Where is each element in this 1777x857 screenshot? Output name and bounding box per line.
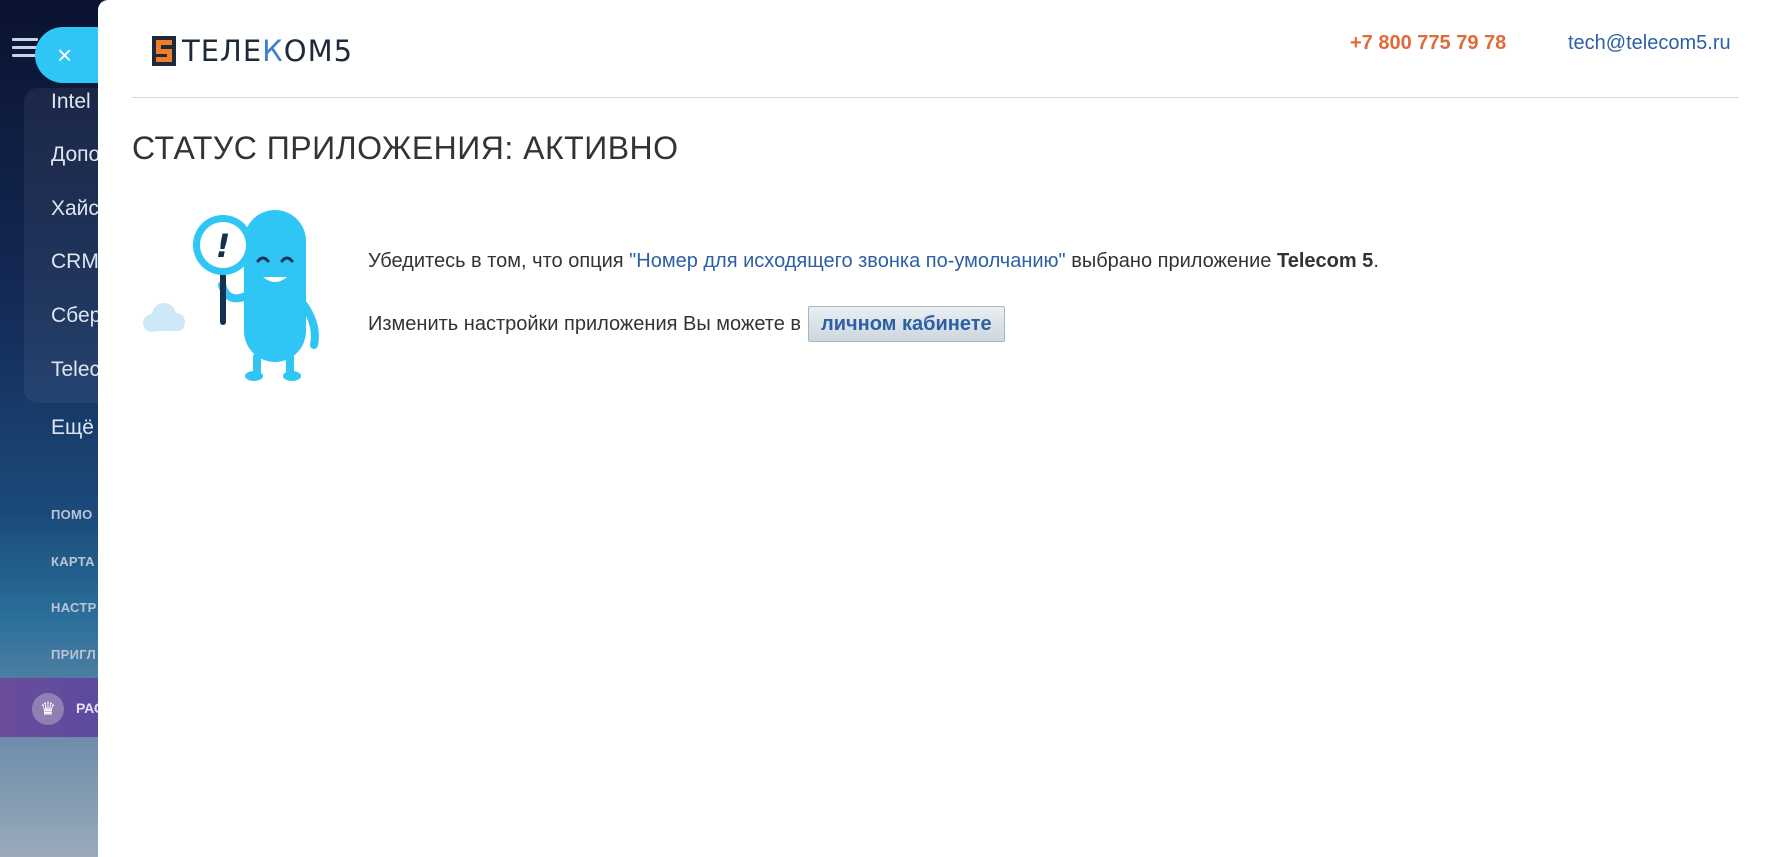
bg-menu-item[interactable]: Сбер: [51, 304, 101, 328]
bg-footer-link[interactable]: ПРИГЛ: [51, 647, 99, 662]
bg-menu-item[interactable]: Intel: [51, 90, 101, 114]
svg-text:!: !: [216, 227, 231, 265]
settings-text-row: Изменить настройки приложения Вы можете …: [368, 306, 1005, 342]
mascot-illustration: !: [143, 210, 319, 381]
close-icon: ×: [57, 40, 73, 70]
logo-wordmark: ТЕЛЕКОМ5: [182, 34, 354, 68]
settings-text: Изменить настройки приложения Вы можете …: [368, 312, 802, 335]
app-slider-panel: ТЕЛЕКОМ5 +7 800 775 79 78 tech@telecom5.…: [98, 0, 1777, 857]
option-name: "Номер для исходящего звонка по-умолчани…: [629, 250, 1066, 272]
bg-footer-link[interactable]: НАСТР: [51, 600, 99, 615]
telecom5-logo-icon: [152, 36, 176, 66]
instruction-text: Убедитесь в том, что опция "Номер для ис…: [368, 250, 1379, 272]
app-name: Telecom 5: [1276, 250, 1374, 272]
telecom5-logo: ТЕЛЕКОМ5: [152, 34, 353, 68]
page-title: СТАТУС ПРИЛОЖЕНИЯ: АКТИВНО: [132, 130, 679, 166]
bg-footer-link[interactable]: ПОМО: [51, 507, 99, 522]
app-header: ТЕЛЕКОМ5 +7 800 775 79 78 tech@telecom5.…: [132, 0, 1739, 98]
crown-icon: ♛: [32, 693, 64, 725]
personal-cabinet-button[interactable]: личном кабинете: [808, 306, 1005, 342]
bg-menu-item[interactable]: Хайс: [51, 197, 101, 221]
bg-menu-more[interactable]: Ещё: [51, 416, 101, 440]
bg-menu-item[interactable]: Допо: [51, 143, 101, 167]
bg-footer-link[interactable]: КАРТА: [51, 554, 99, 569]
bg-menu-item[interactable]: Telec: [51, 358, 101, 382]
support-email-link[interactable]: tech@telecom5.ru: [1568, 32, 1731, 55]
bg-menu-item[interactable]: CRM: [51, 250, 101, 274]
support-phone-link[interactable]: +7 800 775 79 78: [1350, 32, 1506, 55]
